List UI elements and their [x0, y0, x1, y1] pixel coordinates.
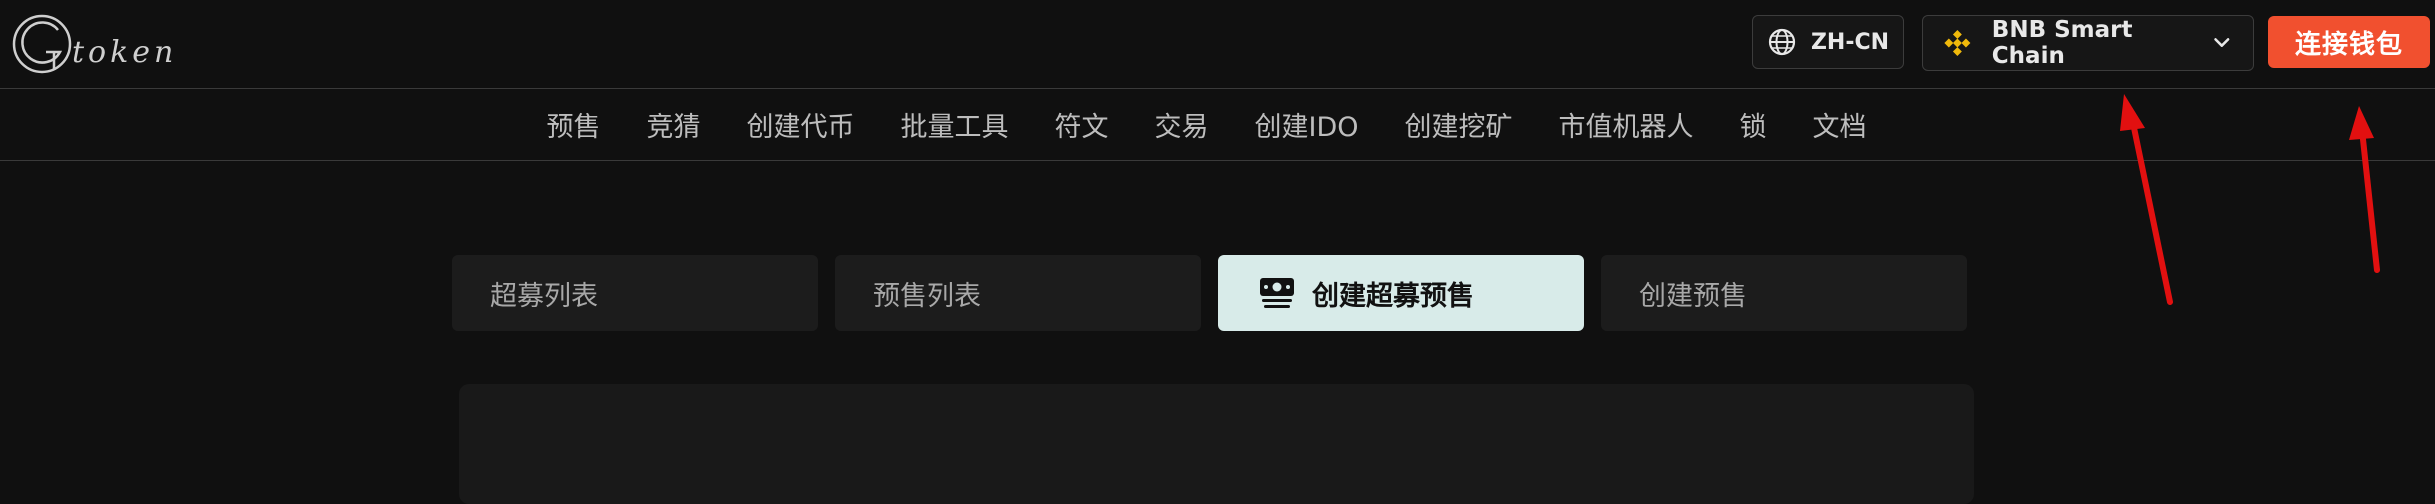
chain-label: BNB Smart Chain — [1991, 17, 2133, 69]
logo[interactable]: token — [10, 12, 177, 76]
tab-label: 预售列表 — [873, 280, 981, 312]
tab-label: 创建超募预售 — [1312, 280, 1474, 312]
money-stack-icon — [1260, 278, 1294, 308]
nav-item-lock[interactable]: 锁 — [1740, 105, 1767, 144]
nav-item-create-ido[interactable]: 创建IDO — [1254, 105, 1358, 144]
chain-selector[interactable]: BNB Smart Chain — [1922, 15, 2254, 71]
logo-mark-icon — [12, 14, 72, 74]
nav-item-guess[interactable]: 竞猜 — [646, 105, 700, 144]
tab-create-oversubscribe-presale[interactable]: 创建超募预售 — [1218, 255, 1584, 331]
top-header: token ZH-CN BNB Smart Chain 连接钱包 — [0, 0, 2435, 89]
tab-presale-list[interactable]: 预售列表 — [835, 255, 1201, 331]
language-button[interactable]: ZH-CN — [1752, 15, 1904, 69]
tab-label: 超募列表 — [490, 280, 598, 312]
connect-wallet-button[interactable]: 连接钱包 — [2268, 16, 2430, 68]
nav-item-presale[interactable]: 预售 — [546, 105, 600, 144]
nav-item-runes[interactable]: 符文 — [1054, 105, 1108, 144]
nav-item-create-mining[interactable]: 创建挖矿 — [1405, 105, 1513, 144]
chevron-down-icon — [2214, 38, 2230, 47]
presale-tabs: 超募列表 预售列表 创建超募预售 创建预售 — [452, 255, 1967, 331]
tab-oversubscribe-list[interactable]: 超募列表 — [452, 255, 818, 331]
tab-create-presale[interactable]: 创建预售 — [1601, 255, 1967, 331]
nav-item-market-bot[interactable]: 市值机器人 — [1559, 105, 1694, 144]
logo-text: token — [72, 34, 178, 70]
tab-label: 创建预售 — [1639, 280, 1747, 312]
language-label: ZH-CN — [1810, 29, 1890, 55]
nav-item-batch-tools[interactable]: 批量工具 — [900, 105, 1008, 144]
nav-item-docs[interactable]: 文档 — [1813, 105, 1867, 144]
main-nav: 预售 竞猜 创建代币 批量工具 符文 交易 创建IDO 创建挖矿 市值机器人 锁… — [0, 89, 2435, 161]
content-panel — [459, 384, 1974, 504]
globe-icon — [1768, 28, 1796, 56]
bnb-chain-icon — [1944, 29, 1971, 57]
nav-item-trade[interactable]: 交易 — [1154, 105, 1208, 144]
nav-item-create-token[interactable]: 创建代币 — [746, 105, 854, 144]
